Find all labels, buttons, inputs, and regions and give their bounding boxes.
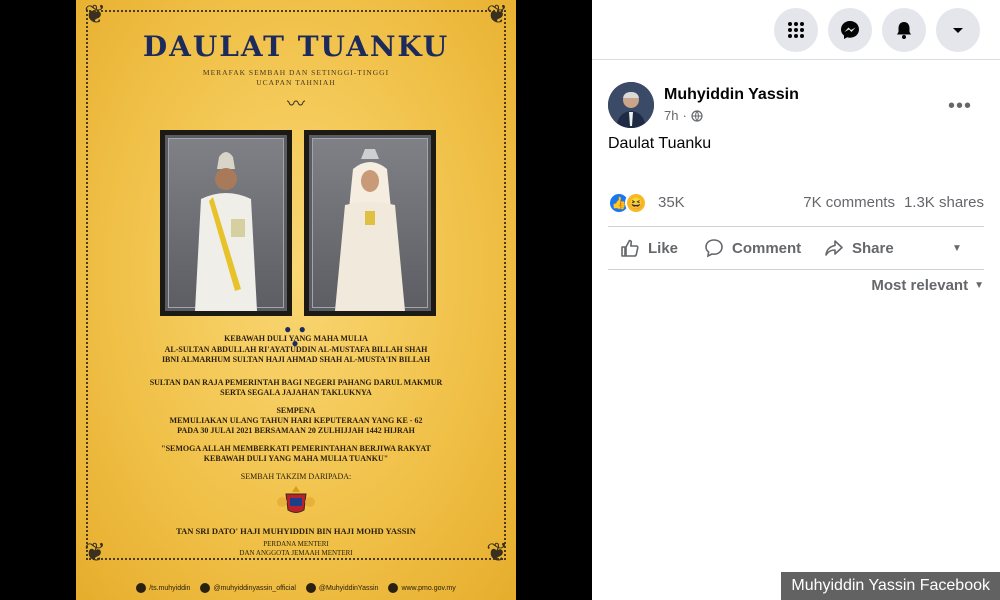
comment-button[interactable]: Comment xyxy=(704,230,801,266)
poster-line: IBNI ALMARHUM SULTAN HAJI AHMAD SHAH AL-… xyxy=(161,355,431,364)
poster-line: "SEMOGA ALLAH MEMBERKATI PEMERINTAHAN BE… xyxy=(161,444,431,453)
portrait-tengku-ampuan xyxy=(304,130,436,316)
portrait-sultan xyxy=(160,130,292,316)
bell-icon xyxy=(897,22,911,39)
poster-signer-title: DAN ANGGOTA JEMAAH MENTERI xyxy=(239,549,353,557)
globe-icon xyxy=(388,583,399,593)
twitter-icon xyxy=(305,583,316,593)
post-panel: Muhyiddin Yassin 7h · ••• Daulat Tuanku … xyxy=(592,0,1000,600)
poster-line: PADA 30 JULAI 2021 BERSAMAAN 20 ZULHIJJA… xyxy=(177,426,415,435)
author-photo xyxy=(608,82,654,128)
reaction-count[interactable]: 35K xyxy=(658,194,685,211)
notifications-button[interactable] xyxy=(882,8,926,52)
footer-twitter: @MuhyiddinYassin xyxy=(305,583,378,593)
author-name[interactable]: Muhyiddin Yassin xyxy=(664,86,799,104)
like-button[interactable]: Like xyxy=(620,230,678,266)
messenger-button[interactable] xyxy=(828,8,872,52)
flourish-ornament-icon: 〰 xyxy=(287,94,305,115)
poster-line: SERTA SEGALA JAJAHAN TAKLUKNYA xyxy=(220,388,372,397)
more-options-button[interactable]: ••• xyxy=(942,88,978,124)
share-count[interactable]: 1.3K shares xyxy=(904,194,984,211)
facebook-icon xyxy=(136,583,147,593)
comment-count[interactable]: 7K comments xyxy=(803,194,895,211)
footer-web: www.pmo.gov.my xyxy=(388,583,456,593)
sultan-figure-image xyxy=(195,152,257,311)
coat-of-arms-icon xyxy=(277,486,315,513)
queen-figure-image xyxy=(335,149,405,311)
comment-icon xyxy=(705,239,723,258)
poster-line: SEMBAH TAKZIM DARIPADA: xyxy=(240,472,352,481)
poster-subtitle: MERAFAK SEMBAH DAN SETINGGI-TINGGI xyxy=(202,68,390,77)
audience-dropdown-button[interactable]: ▼ xyxy=(952,230,962,266)
more-dots-icon: ••• xyxy=(947,94,972,117)
share-label: Share xyxy=(852,239,894,257)
poster-line: KEBAWAH DULI YANG MAHA MULIA TUANKU" xyxy=(203,454,389,463)
globe-icon xyxy=(691,109,703,122)
post-text: Daulat Tuanku xyxy=(608,135,712,152)
messenger-icon xyxy=(841,21,859,39)
comment-sort-dropdown[interactable]: Most relevant ▼ xyxy=(871,277,984,294)
grid-icon xyxy=(788,22,804,38)
poster-signer: TAN SRI DATO' HAJI MUHYIDDIN BIN HAJI MO… xyxy=(176,526,416,536)
footer-facebook: /ts.muhyiddin xyxy=(136,583,190,593)
footer-instagram: @muhyiddinyassin_official xyxy=(200,583,296,593)
instagram-icon xyxy=(200,583,211,593)
image-credit-caption: Muhyiddin Yassin Facebook xyxy=(781,572,1000,600)
reaction-summary: 👍 😆 35K 7K comments 1.3K shares xyxy=(608,192,984,214)
poster-line: KEBAWAH DULI YANG MAHA MULIA xyxy=(224,334,368,343)
poster-signer-title: PERDANA MENTERI xyxy=(263,540,329,548)
reaction-icons[interactable]: 👍 😆 xyxy=(608,192,647,214)
like-label: Like xyxy=(648,239,679,257)
caret-down-icon: ▼ xyxy=(974,280,984,291)
post-meta: 7h · xyxy=(664,108,703,123)
sort-label: Most relevant xyxy=(871,277,969,294)
corner-ornament-icon: ❦ xyxy=(486,0,508,30)
corner-ornament-icon: ❦ xyxy=(84,0,106,30)
poster-title: DAULAT TUANKU xyxy=(142,30,450,63)
meta-separator: · xyxy=(682,108,687,123)
photo-viewer[interactable]: ❦ ❦ ❦ ❦ DAULAT TUANKU MERAFAK SEMBAH DAN… xyxy=(0,0,592,600)
account-button[interactable] xyxy=(936,8,980,52)
menu-button[interactable] xyxy=(774,8,818,52)
share-button[interactable]: Share xyxy=(824,230,894,266)
engagement-counts: 7K comments 1.3K shares xyxy=(803,194,984,211)
poster-line: AL-SULTAN ABDULLAH RI'AYATUDDIN AL-MUSTA… xyxy=(164,345,428,354)
caret-down-icon xyxy=(953,28,963,33)
top-bar xyxy=(592,0,1000,60)
post-actions: Like Comment Share ▼ xyxy=(608,226,984,270)
poster-subtitle: UCAPAN TAHNIAH xyxy=(256,78,336,87)
avatar[interactable] xyxy=(608,82,654,128)
greeting-poster: ❦ ❦ ❦ ❦ DAULAT TUANKU MERAFAK SEMBAH DAN… xyxy=(76,0,516,600)
poster-line: MEMULIAKAN ULANG TAHUN HARI KEPUTERAAN Y… xyxy=(169,416,423,425)
post-time[interactable]: 7h xyxy=(664,108,678,123)
share-icon xyxy=(825,240,843,256)
comment-label: Comment xyxy=(732,239,802,257)
poster-footer: /ts.muhyiddin @muhyiddinyassin_official … xyxy=(76,576,516,600)
haha-reaction-icon: 😆 xyxy=(625,192,647,214)
poster-line: SEMPENA xyxy=(276,406,316,415)
thumbs-up-icon xyxy=(621,239,639,257)
caret-down-icon: ▼ xyxy=(952,242,962,254)
poster-line: SULTAN DAN RAJA PEMERINTAH BAGI NEGERI P… xyxy=(149,378,443,387)
